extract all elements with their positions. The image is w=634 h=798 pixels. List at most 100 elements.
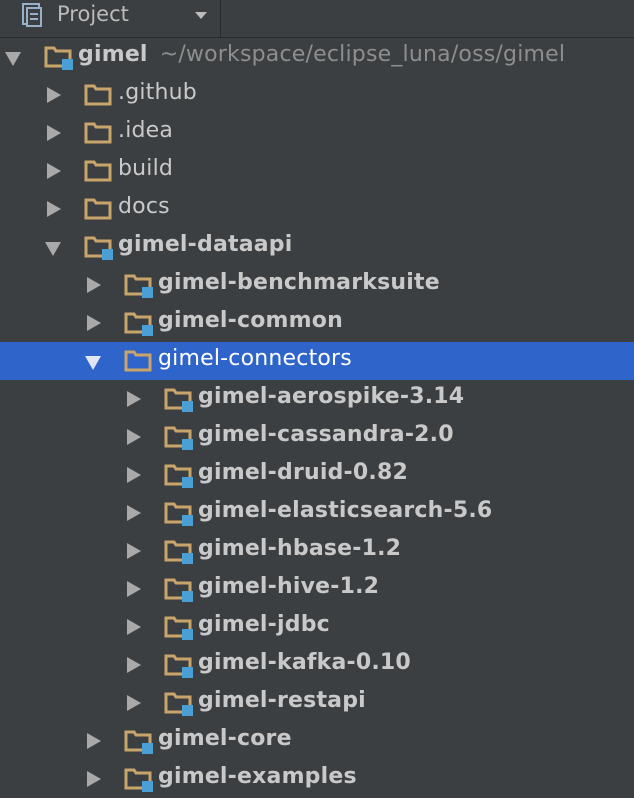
tree-row[interactable]: gimel ~/workspace/eclipse_luna/oss/gimel	[0, 38, 634, 76]
tree-item-name: gimel-kafka-0.10	[198, 650, 411, 675]
tree-item-name: gimel-hbase-1.2	[198, 536, 402, 561]
tree-row[interactable]: gimel-jdbc	[0, 608, 634, 646]
tree-item-name: gimel-jdbc	[198, 612, 330, 637]
tree-item-name: gimel-examples	[158, 764, 357, 789]
expand-right-icon[interactable]	[127, 657, 141, 673]
dropdown-caret-icon[interactable]	[195, 12, 207, 19]
tree-row[interactable]: gimel-core	[0, 722, 634, 760]
expand-right-icon[interactable]	[87, 771, 101, 787]
tree-row[interactable]: gimel-dataapi	[0, 228, 634, 266]
tree-item-label: gimel-core	[158, 726, 292, 751]
expand-right-icon[interactable]	[127, 619, 141, 635]
module-folder-icon	[124, 312, 153, 336]
expand-right-icon[interactable]	[87, 315, 101, 331]
tree-item-name: .github	[118, 80, 197, 105]
expand-right-icon[interactable]	[127, 505, 141, 521]
tree-item-name: gimel	[78, 42, 148, 67]
tree-row[interactable]: .github	[0, 76, 634, 114]
module-folder-icon	[124, 768, 153, 792]
expand-right-icon[interactable]	[47, 87, 61, 103]
module-folder-icon	[164, 426, 193, 450]
tree-item-label: gimel-examples	[158, 764, 357, 789]
expand-right-icon[interactable]	[127, 467, 141, 483]
tree-item-label: gimel-elasticsearch-5.6	[198, 498, 492, 523]
tree-row[interactable]: gimel-hbase-1.2	[0, 532, 634, 570]
tree-item-name: gimel-common	[158, 308, 343, 333]
tree-row[interactable]: gimel-kafka-0.10	[0, 646, 634, 684]
tree-item-label: gimel-aerospike-3.14	[198, 384, 464, 409]
module-folder-icon	[164, 502, 193, 526]
module-folder-icon	[124, 274, 153, 298]
expand-right-icon[interactable]	[127, 429, 141, 445]
tree-item-label: gimel ~/workspace/eclipse_luna/oss/gimel	[78, 42, 565, 67]
tree-item-label: .github	[118, 80, 197, 105]
expand-right-icon[interactable]	[47, 125, 61, 141]
expand-right-icon[interactable]	[47, 163, 61, 179]
tree-item-label: .idea	[118, 118, 173, 143]
tree-row[interactable]: gimel-cassandra-2.0	[0, 418, 634, 456]
expand-right-icon[interactable]	[127, 695, 141, 711]
expand-down-icon[interactable]	[85, 356, 101, 370]
tree-row[interactable]: gimel-examples	[0, 760, 634, 798]
module-folder-icon	[164, 616, 193, 640]
tree-item-name: gimel-hive-1.2	[198, 574, 380, 599]
module-folder-icon	[164, 464, 193, 488]
tree-row[interactable]: gimel-connectors	[0, 342, 634, 380]
tree-item-label: gimel-connectors	[158, 346, 352, 371]
folder-icon	[84, 122, 112, 144]
folder-icon	[84, 84, 112, 106]
tree-item-label: gimel-druid-0.82	[198, 460, 408, 485]
tree-item-label: gimel-benchmarksuite	[158, 270, 440, 295]
folder-icon	[124, 350, 152, 372]
tree-item-label: gimel-kafka-0.10	[198, 650, 411, 675]
tree-row[interactable]: gimel-aerospike-3.14	[0, 380, 634, 418]
tree-item-name: gimel-restapi	[198, 688, 366, 713]
module-folder-icon	[84, 236, 113, 260]
expand-down-icon[interactable]	[5, 52, 21, 66]
tree-item-name: gimel-dataapi	[118, 232, 293, 257]
expand-right-icon[interactable]	[127, 543, 141, 559]
expand-right-icon[interactable]	[127, 391, 141, 407]
tree-row[interactable]: .idea	[0, 114, 634, 152]
project-icon	[22, 3, 42, 27]
module-folder-icon	[164, 692, 193, 716]
expand-right-icon[interactable]	[127, 581, 141, 597]
module-folder-icon	[164, 388, 193, 412]
tree-row[interactable]: gimel-benchmarksuite	[0, 266, 634, 304]
tree-row[interactable]: gimel-common	[0, 304, 634, 342]
expand-right-icon[interactable]	[47, 201, 61, 217]
tree-item-name: gimel-cassandra-2.0	[198, 422, 454, 447]
tree-item-name: build	[118, 156, 174, 181]
tree-row[interactable]: gimel-hive-1.2	[0, 570, 634, 608]
tree-item-label: gimel-dataapi	[118, 232, 293, 257]
project-view-title: Project	[57, 2, 129, 26]
tree-row[interactable]: gimel-elasticsearch-5.6	[0, 494, 634, 532]
tree-row[interactable]: gimel-druid-0.82	[0, 456, 634, 494]
tree-item-label: gimel-restapi	[198, 688, 366, 713]
expand-down-icon[interactable]	[45, 242, 61, 256]
tree-item-name: gimel-connectors	[158, 346, 352, 371]
tree-item-label: gimel-hbase-1.2	[198, 536, 401, 561]
tree-item-name: gimel-druid-0.82	[198, 460, 408, 485]
module-folder-icon	[164, 654, 193, 678]
expand-right-icon[interactable]	[87, 277, 101, 293]
project-view-selector[interactable]: Project	[0, 0, 221, 37]
tool-window-header: Project	[0, 0, 634, 38]
folder-icon	[84, 198, 112, 220]
module-folder-icon	[124, 730, 153, 754]
tree-item-name: gimel-core	[158, 726, 292, 751]
tree-item-name: docs	[118, 194, 170, 219]
expand-right-icon[interactable]	[87, 733, 101, 749]
tree-item-name: .idea	[118, 118, 174, 143]
folder-icon	[84, 160, 112, 182]
tree-item-name: gimel-aerospike-3.14	[198, 384, 465, 409]
project-path: ~/workspace/eclipse_luna/oss/gimel	[159, 42, 566, 67]
tree-item-name: gimel-benchmarksuite	[158, 270, 440, 295]
tree-item-label: gimel-jdbc	[198, 612, 330, 637]
tree-row[interactable]: docs	[0, 190, 634, 228]
tree-row[interactable]: gimel-restapi	[0, 684, 634, 722]
tree-item-label: gimel-common	[158, 308, 343, 333]
module-folder-icon	[164, 578, 193, 602]
tree-item-name: gimel-elasticsearch-5.6	[198, 498, 493, 523]
tree-row[interactable]: build	[0, 152, 634, 190]
